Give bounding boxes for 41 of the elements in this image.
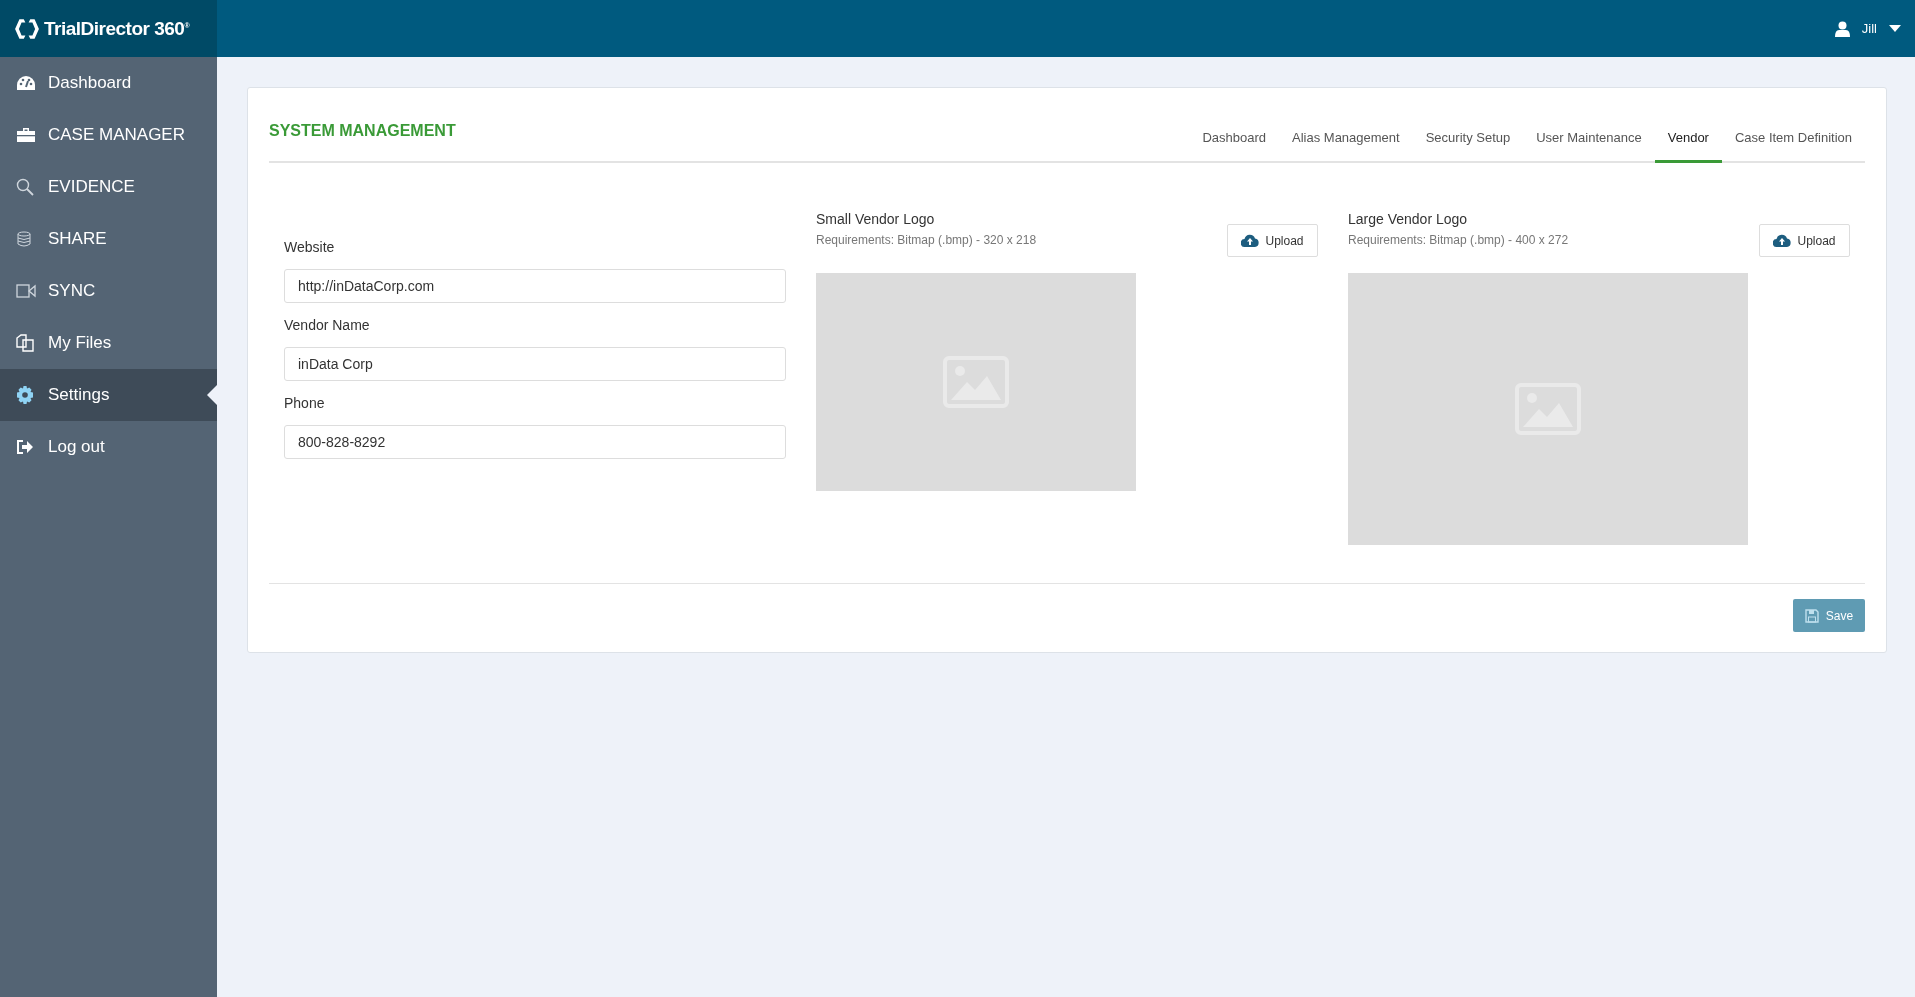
- logo-title: Small Vendor Logo: [816, 211, 936, 227]
- sidebar-item[interactable]: CASE MANAGER: [0, 109, 217, 161]
- app-title: TrialDirector 360$^{®}$: [44, 17, 190, 40]
- field-label: Vendor Name: [284, 317, 371, 333]
- cloud-upload-icon: [1241, 234, 1260, 247]
- tab[interactable]: Dashboard: [1189, 130, 1279, 163]
- field-label: Phone: [284, 395, 326, 411]
- sidebar-item[interactable]: Log out: [0, 421, 217, 473]
- input-field[interactable]: 800-828-8292: [284, 425, 786, 459]
- sidebar-item[interactable]: EVIDENCE: [0, 161, 217, 213]
- sidebar-item[interactable]: SHARE: [0, 213, 217, 265]
- video-camera-icon: [16, 284, 36, 298]
- tab[interactable]: User Maintenance: [1523, 130, 1655, 163]
- upload-button[interactable]: Upload: [1227, 224, 1318, 257]
- logo-title: Large Vendor Logo: [1348, 211, 1469, 227]
- requirements-text: Requirements: Bitmap (.bmp) - 400 x 272: [1348, 233, 1569, 247]
- sidebar-item[interactable]: Settings: [0, 369, 217, 421]
- sidebar-item[interactable]: My Files: [0, 317, 217, 369]
- cloud-upload-icon: [1773, 234, 1792, 247]
- tab[interactable]: Security Setup: [1412, 130, 1524, 163]
- files-icon: [16, 334, 34, 352]
- section-title: SYSTEM MANAGEMENT: [269, 122, 456, 140]
- user-icon: [1834, 20, 1850, 37]
- search-icon: [16, 178, 34, 196]
- requirements-text: Requirements: Bitmap (.bmp) - 320 x 218: [816, 233, 1037, 247]
- sidebar-item[interactable]: Dashboard: [0, 57, 217, 109]
- tab[interactable]: Alias Management: [1279, 130, 1413, 163]
- user-menu[interactable]: Jill: [1834, 20, 1915, 37]
- tab[interactable]: Case Item Definition: [1721, 130, 1865, 163]
- logout-icon: [16, 439, 34, 455]
- tab[interactable]: Vendor: [1654, 130, 1722, 163]
- gear-icon: [16, 386, 34, 404]
- input-field[interactable]: inData Corp: [284, 347, 786, 381]
- database-icon: [16, 231, 32, 247]
- input-field[interactable]: http://inDataCorp.com: [284, 269, 786, 303]
- briefcase-icon: [16, 127, 36, 143]
- field-label: Website: [284, 239, 336, 255]
- upload-button[interactable]: Upload: [1759, 224, 1850, 257]
- gauge-icon: [16, 75, 36, 91]
- caret-icon: [1889, 25, 1901, 32]
- sidebar-item[interactable]: SYNC: [0, 265, 217, 317]
